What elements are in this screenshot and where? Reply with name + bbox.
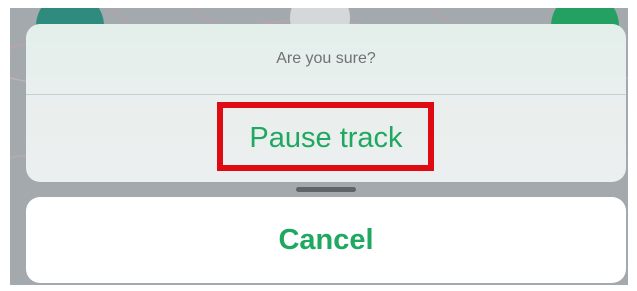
grabber-handle — [296, 187, 356, 192]
cancel-button[interactable]: Cancel — [26, 197, 626, 283]
screen: Are you sure? Pause track Cancel — [0, 0, 637, 291]
action-sheet: Are you sure? Pause track — [26, 24, 626, 182]
pause-track-button[interactable]: Pause track — [26, 95, 626, 182]
action-sheet-title: Are you sure? — [276, 50, 376, 67]
